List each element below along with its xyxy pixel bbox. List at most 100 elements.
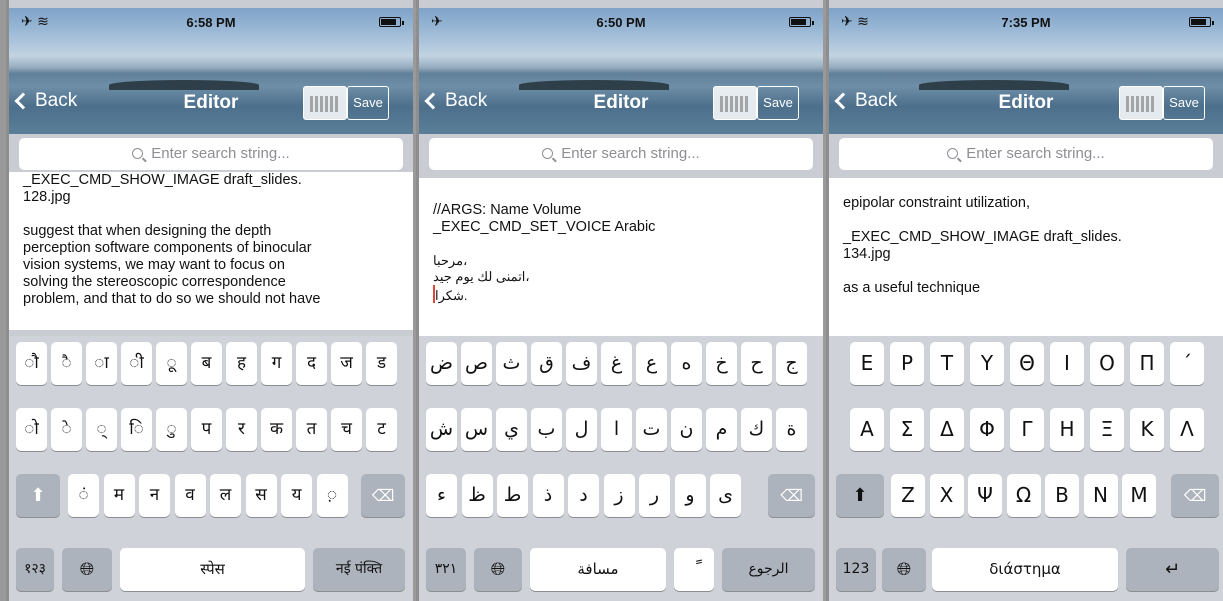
letter-key[interactable]: ब — [191, 342, 222, 385]
letter-key[interactable]: ग — [261, 342, 292, 385]
space-key[interactable]: مسافة — [530, 548, 666, 591]
globe-key[interactable]: 🌐︎ — [882, 548, 926, 591]
letter-key[interactable]: ذ — [532, 474, 564, 517]
letter-key[interactable]: ز — [603, 474, 635, 517]
letter-key[interactable]: Θ — [1010, 342, 1044, 385]
letter-key[interactable]: Α — [850, 408, 884, 451]
letter-key[interactable]: ت — [636, 408, 667, 451]
letter-key[interactable]: म — [103, 474, 135, 517]
letter-key[interactable]: غ — [601, 342, 632, 385]
globe-key[interactable]: 🌐︎ — [474, 548, 522, 591]
letter-key[interactable]: ر — [639, 474, 670, 517]
letter-key[interactable]: Χ — [929, 474, 964, 517]
letter-key[interactable]: ी — [121, 342, 152, 385]
letter-key[interactable]: Η — [1050, 408, 1084, 451]
letter-key[interactable]: य — [281, 474, 312, 517]
letter-key[interactable]: ´ — [1170, 342, 1204, 385]
space-key[interactable]: स्पेस — [120, 548, 305, 591]
letter-key[interactable]: Ι — [1050, 342, 1084, 385]
return-key[interactable]: ↵ — [1126, 548, 1219, 591]
back-button[interactable]: Back — [14, 90, 77, 112]
letter-key[interactable]: و — [674, 474, 706, 517]
numbers-key[interactable]: 123 — [836, 548, 876, 591]
letter-key[interactable]: ة — [776, 408, 807, 451]
save-button[interactable]: Save — [1163, 86, 1205, 120]
letter-key[interactable]: ू — [156, 342, 187, 385]
letter-key[interactable]: Ζ — [891, 474, 925, 517]
back-button[interactable]: Back — [834, 90, 897, 112]
search-input[interactable]: Enter search string... — [19, 138, 403, 170]
globe-key[interactable]: 🌐︎ — [62, 548, 112, 591]
letter-key[interactable]: ق — [531, 342, 562, 385]
letter-key[interactable]: Ω — [1006, 474, 1041, 517]
letter-key[interactable]: ट — [366, 408, 397, 451]
letter-key[interactable]: Ψ — [968, 474, 1002, 517]
letter-key[interactable]: م — [706, 408, 737, 451]
letter-key[interactable]: Π — [1130, 342, 1164, 385]
letter-key[interactable]: ع — [636, 342, 667, 385]
letter-key[interactable]: व — [174, 474, 206, 517]
space-key[interactable]: διάστημα — [932, 548, 1118, 591]
letter-key[interactable]: Κ — [1130, 408, 1164, 451]
keyboard-toggle-button[interactable] — [303, 86, 347, 120]
letter-key[interactable]: ب — [531, 408, 562, 451]
letter-key[interactable]: ح — [741, 342, 772, 385]
numbers-key[interactable]: १२३ — [16, 548, 54, 591]
letter-key[interactable]: ا — [601, 408, 632, 451]
letter-key[interactable]: ظ — [461, 474, 493, 517]
save-button[interactable]: Save — [757, 86, 799, 120]
letter-key[interactable]: ه — [671, 342, 702, 385]
letter-key[interactable]: Φ — [970, 408, 1004, 451]
letter-key[interactable]: س — [461, 408, 492, 451]
letter-key[interactable]: Μ — [1122, 474, 1156, 517]
return-key[interactable]: नई पंक्ति — [313, 548, 405, 591]
back-button[interactable]: Back — [424, 90, 487, 112]
letter-key[interactable]: त — [296, 408, 327, 451]
letter-key[interactable]: Ν — [1083, 474, 1118, 517]
letter-key[interactable]: ौ — [16, 342, 47, 385]
letter-key[interactable]: ़ — [316, 474, 348, 517]
letter-key[interactable]: ص — [461, 342, 492, 385]
letter-key[interactable]: Δ — [930, 408, 964, 451]
letter-key[interactable]: ل — [566, 408, 597, 451]
letter-key[interactable]: Υ — [970, 342, 1004, 385]
shift-key[interactable]: ⬆ — [16, 474, 60, 517]
letter-key[interactable]: Ο — [1090, 342, 1124, 385]
letter-key[interactable]: ह — [226, 342, 257, 385]
letter-key[interactable]: च — [331, 408, 362, 451]
tanween-key[interactable]: ً — [674, 548, 714, 591]
search-input[interactable]: Enter search string... — [839, 138, 1213, 170]
letter-key[interactable]: ा — [86, 342, 117, 385]
letter-key[interactable]: ض — [426, 342, 457, 385]
letter-key[interactable]: ो — [16, 408, 47, 451]
letter-key[interactable]: Β — [1045, 474, 1079, 517]
save-button[interactable]: Save — [347, 86, 389, 120]
letter-key[interactable]: ल — [210, 474, 241, 517]
letter-key[interactable]: स — [245, 474, 277, 517]
letter-key[interactable]: ु — [156, 408, 187, 451]
letter-key[interactable]: ै — [51, 342, 82, 385]
letter-key[interactable]: ज — [331, 342, 362, 385]
delete-key[interactable]: ⌫ — [361, 474, 405, 517]
letter-key[interactable]: ं — [68, 474, 99, 517]
letter-key[interactable]: ن — [671, 408, 702, 451]
letter-key[interactable]: ك — [741, 408, 772, 451]
letter-key[interactable]: ى — [710, 474, 741, 517]
keyboard-toggle-button[interactable] — [713, 86, 757, 120]
search-input[interactable]: Enter search string... — [429, 138, 813, 170]
letter-key[interactable]: Ξ — [1090, 408, 1124, 451]
letter-key[interactable]: ث — [496, 342, 527, 385]
letter-key[interactable]: Ε — [850, 342, 884, 385]
editor-text-area[interactable]: _EXEC_CMD_SHOW_IMAGE draft_slides. 128.j… — [9, 172, 413, 330]
keyboard-toggle-button[interactable] — [1119, 86, 1163, 120]
letter-key[interactable]: Σ — [890, 408, 924, 451]
letter-key[interactable]: ج — [776, 342, 807, 385]
return-key[interactable]: الرجوع — [722, 548, 815, 591]
delete-key[interactable]: ⌫ — [1171, 474, 1219, 517]
letter-key[interactable]: े — [51, 408, 82, 451]
letter-key[interactable]: क — [261, 408, 292, 451]
letter-key[interactable]: د — [568, 474, 599, 517]
letter-key[interactable]: ् — [86, 408, 117, 451]
letter-key[interactable]: द — [296, 342, 327, 385]
letter-key[interactable]: प — [191, 408, 222, 451]
